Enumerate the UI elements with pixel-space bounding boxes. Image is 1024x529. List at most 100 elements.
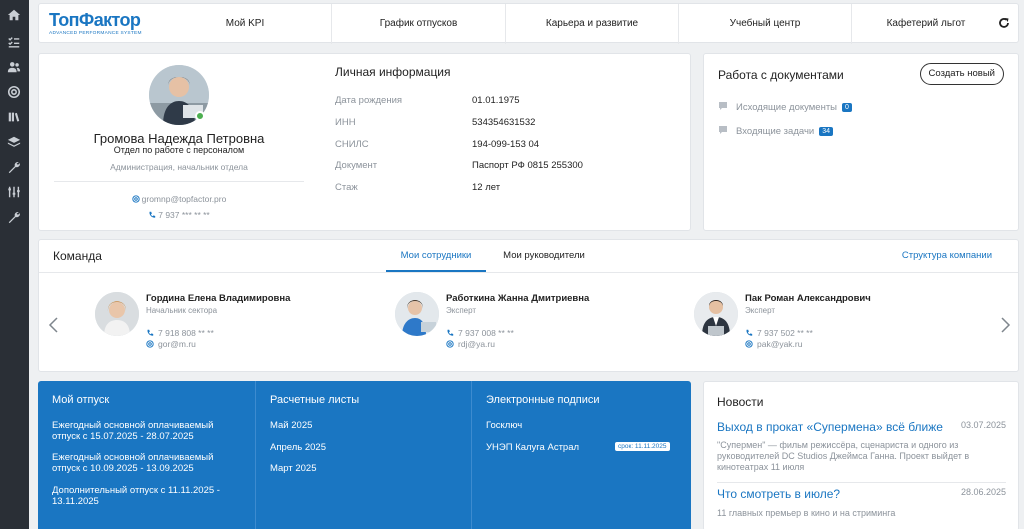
- signatures-column: Электронные подписи Госключ УНЭП Калуга …: [471, 381, 691, 529]
- member-email[interactable]: pak@yak.ru: [745, 339, 802, 349]
- target-icon[interactable]: [6, 84, 22, 100]
- sidebar: [0, 0, 29, 529]
- member-phone-text: 7 937 008 ** **: [458, 328, 514, 338]
- divider: [717, 482, 1006, 483]
- signature-item[interactable]: Госключ: [486, 420, 522, 431]
- member-avatar: [95, 292, 139, 336]
- divider: [39, 272, 1018, 273]
- payslip-item[interactable]: Март 2025: [270, 463, 317, 474]
- news-item-text: 11 главных премьер в кино и на стриминга: [717, 508, 896, 518]
- layers-icon[interactable]: [6, 134, 22, 150]
- checklist-icon[interactable]: [6, 34, 22, 50]
- info-value-experience: 12 лет: [472, 182, 501, 193]
- news-card: Новости Выход в прокат «Супермена» всё б…: [703, 381, 1019, 529]
- users-icon[interactable]: [6, 59, 22, 75]
- news-item-date: 28.06.2025: [960, 487, 1006, 497]
- profile-phone[interactable]: 7 937 *** ** **: [39, 210, 319, 220]
- vacation-item[interactable]: Ежегодный основной оплачиваемый отпуск с…: [52, 420, 242, 442]
- member-avatar: [395, 292, 439, 336]
- member-phone[interactable]: 7 918 808 ** **: [146, 328, 214, 338]
- info-label-inn: ИНН: [335, 117, 356, 128]
- logo[interactable]: ТопФактор ADVANCED PERFORMANCE SYSTEM: [49, 10, 149, 40]
- vacation-column: Мой отпуск Ежегодный основной оплачиваем…: [38, 381, 255, 529]
- sliders-icon[interactable]: [6, 184, 22, 200]
- news-item-title[interactable]: Выход в прокат «Супермена» всё ближе: [717, 420, 943, 434]
- info-label-document: Документ: [335, 160, 378, 171]
- phone-icon: [447, 329, 454, 336]
- profile-card: Громова Надежда Петровна Отдел по работе…: [38, 53, 691, 231]
- news-item-date: 03.07.2025: [960, 420, 1006, 430]
- chevron-left-icon[interactable]: [47, 316, 61, 334]
- personal-info-title: Личная информация: [335, 65, 451, 79]
- at-icon: [446, 340, 454, 348]
- home-icon[interactable]: [6, 7, 22, 23]
- settings-wrench-icon[interactable]: [6, 209, 22, 225]
- member-phone[interactable]: 7 937 008 ** **: [446, 328, 514, 338]
- wrench-icon[interactable]: [6, 159, 22, 175]
- info-value-document: Паспорт РФ 0815 255300: [472, 160, 583, 171]
- payslip-item[interactable]: Май 2025: [270, 420, 312, 431]
- logo-wordmark: ТопФактор: [49, 10, 141, 30]
- member-email[interactable]: gor@m.ru: [146, 339, 196, 349]
- team-card: Команда Мои сотрудники Мои руководители …: [38, 239, 1019, 372]
- info-label-birthdate: Дата рождения: [335, 95, 403, 106]
- info-value-snils: 194-099-153 04: [472, 139, 540, 150]
- member-email[interactable]: rdj@ya.ru: [446, 339, 495, 349]
- vacation-title[interactable]: Мой отпуск: [52, 394, 109, 406]
- vacation-item[interactable]: Дополнительный отпуск с 11.11.2025 - 13.…: [52, 485, 242, 507]
- team-member[interactable]: Гордина Елена Владимировна Начальник сек…: [95, 285, 375, 355]
- team-member[interactable]: Работкина Жанна Дмитриевна Эксперт 7 937…: [395, 285, 675, 355]
- info-label-experience: Стаж: [335, 182, 358, 193]
- news-item-title[interactable]: Что смотреть в июле?: [717, 487, 840, 501]
- news-title: Новости: [717, 395, 764, 409]
- info-label-snils: СНИЛС: [335, 139, 369, 150]
- vacation-item[interactable]: Ежегодный основной оплачиваемый отпуск с…: [52, 452, 242, 474]
- chat-icon: [719, 102, 727, 110]
- info-value-inn: 534354631532: [472, 117, 536, 128]
- phone-icon: [149, 211, 156, 218]
- incoming-tasks-link[interactable]: Входящие задачи 34: [718, 125, 833, 137]
- chevron-right-icon[interactable]: [998, 316, 1012, 334]
- member-email-text: pak@yak.ru: [757, 339, 803, 349]
- tab-my-employees[interactable]: Мои сотрудники: [386, 240, 486, 272]
- member-name: Пак Роман Александрович: [745, 293, 871, 304]
- team-member[interactable]: Пак Роман Александрович Эксперт 7 937 50…: [694, 285, 974, 355]
- payslip-item[interactable]: Апрель 2025: [270, 442, 326, 453]
- outgoing-documents-count: 0: [842, 103, 852, 112]
- company-structure-link[interactable]: Структура компании: [902, 240, 992, 272]
- top-navigation: ТопФактор ADVANCED PERFORMANCE SYSTEM Мо…: [38, 3, 1019, 44]
- member-phone-text: 7 918 808 ** **: [158, 328, 214, 338]
- signature-expiry-badge: срок: 11.11.2025: [615, 442, 670, 451]
- signature-item[interactable]: УНЭП Калуга Астрал: [486, 442, 579, 453]
- member-email-text: gor@m.ru: [158, 339, 196, 349]
- chat-icon: [719, 126, 727, 134]
- nav-training-center[interactable]: Учебный центр: [678, 4, 851, 44]
- payslips-title[interactable]: Расчетные листы: [270, 394, 359, 406]
- at-icon: [146, 340, 154, 348]
- nav-vacation-schedule[interactable]: График отпусков: [331, 4, 505, 44]
- refresh-icon[interactable]: [998, 17, 1010, 29]
- profile-name: Громова Надежда Петровна: [93, 131, 265, 146]
- create-document-button[interactable]: Создать новый: [919, 63, 1004, 85]
- phone-icon: [147, 329, 154, 336]
- logo-tagline: ADVANCED PERFORMANCE SYSTEM: [49, 31, 142, 36]
- hr-services-panel: Мой отпуск Ежегодный основной оплачиваем…: [38, 381, 691, 529]
- member-phone[interactable]: 7 937 502 ** **: [745, 328, 813, 338]
- profile-email[interactable]: gromnp@topfactor.pro: [39, 194, 319, 204]
- library-icon[interactable]: [6, 109, 22, 125]
- nav-my-kpi[interactable]: Мой KPI: [159, 4, 331, 44]
- tab-my-managers[interactable]: Мои руководители: [494, 240, 594, 272]
- documents-title: Работа с документами: [718, 68, 844, 82]
- news-item-text: "Супермен" — фильм режиссёра, сценариста…: [717, 440, 970, 472]
- member-name: Работкина Жанна Дмитриевна: [446, 293, 590, 304]
- profile-department: Отдел по работе с персоналом: [113, 145, 245, 155]
- outgoing-documents-link[interactable]: Исходящие документы 0: [718, 101, 852, 113]
- profile-email-text: gromnp@topfactor.pro: [141, 194, 227, 204]
- at-icon: [131, 195, 140, 203]
- incoming-tasks-label: Входящие задачи: [736, 126, 815, 137]
- member-role: Эксперт: [745, 306, 776, 315]
- online-status-indicator: [195, 111, 205, 121]
- nav-career[interactable]: Карьера и развитие: [505, 4, 678, 44]
- signatures-title[interactable]: Электронные подписи: [486, 394, 600, 406]
- member-name: Гордина Елена Владимировна: [146, 293, 291, 304]
